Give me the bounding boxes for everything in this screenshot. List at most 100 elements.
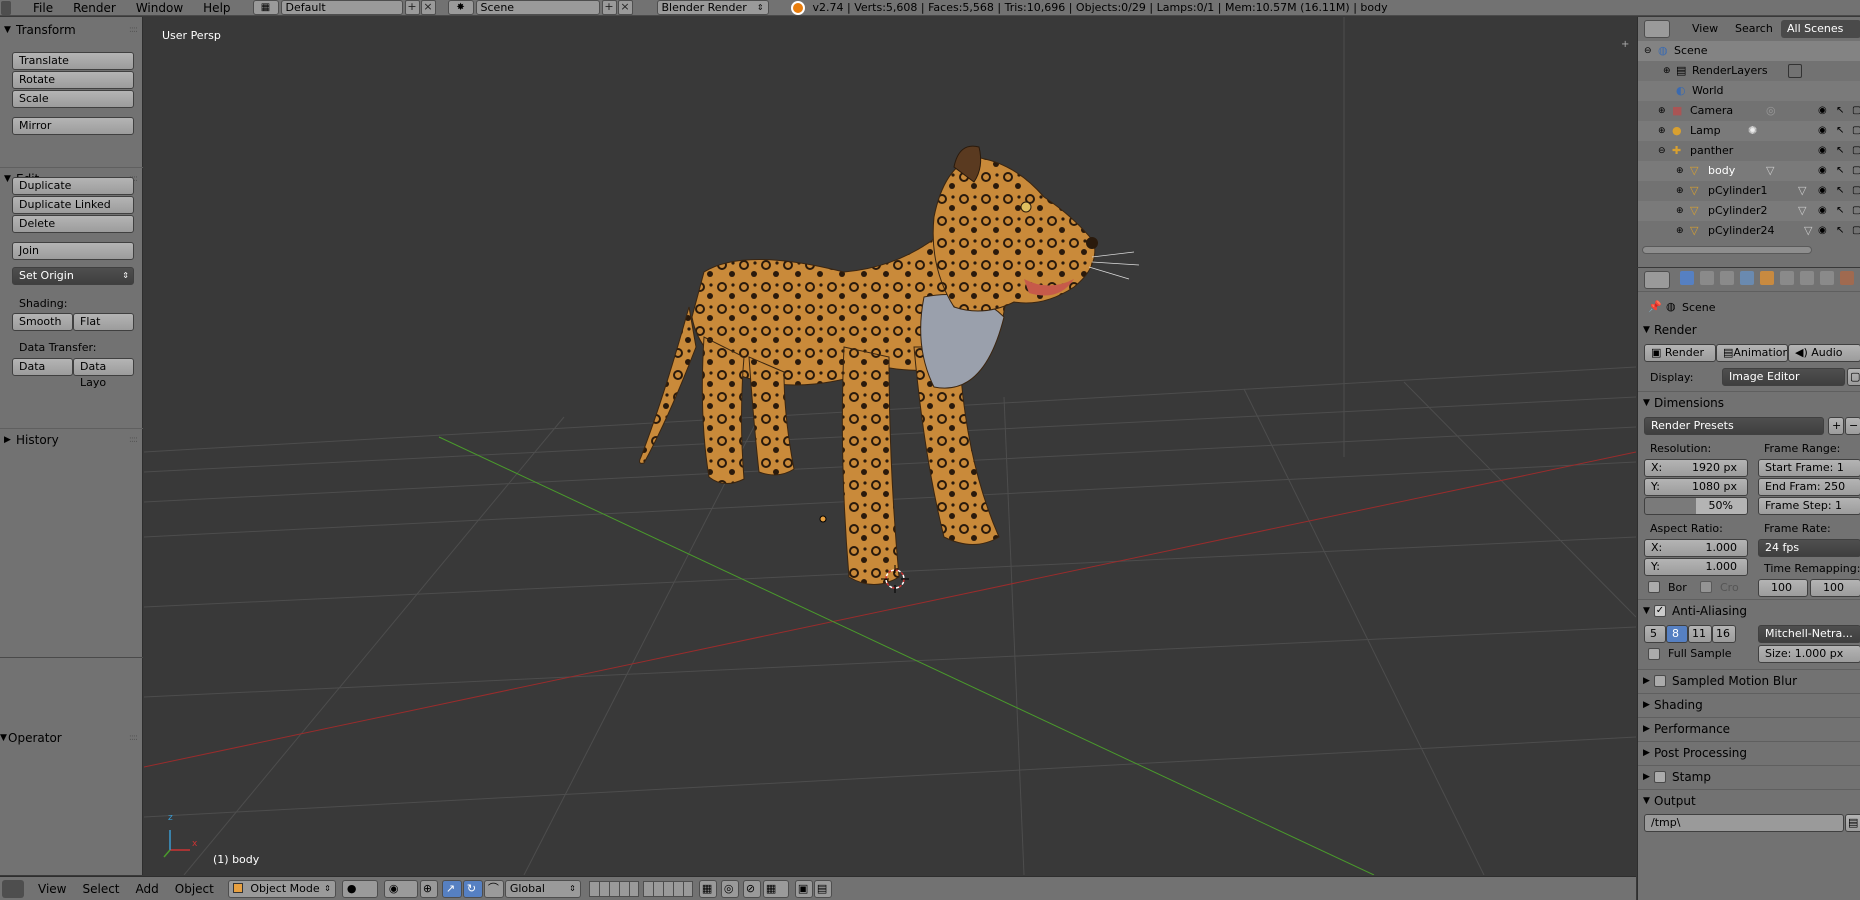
remap-new-field[interactable]: 100 xyxy=(1810,579,1860,597)
render-toggle-icon[interactable]: ▢ xyxy=(1852,181,1860,201)
rotate-button[interactable]: Rotate xyxy=(12,71,134,89)
panel-render-header[interactable]: ▼ Render xyxy=(1638,319,1860,341)
3d-viewport[interactable]: z x User Persp (1) body + xyxy=(144,17,1636,875)
visibility-eye-icon[interactable]: ◉ xyxy=(1818,161,1827,181)
scene-field[interactable]: Scene xyxy=(475,0,600,15)
rotate-manipulator-button[interactable]: ↻ xyxy=(462,879,483,898)
editor-type-icon[interactable] xyxy=(1644,271,1670,289)
animation-button[interactable]: ▤Animation xyxy=(1716,344,1788,362)
outliner-row-pcylinder24[interactable]: ⊕ ▽ pCylinder24 ▽ ◉ ↖ ▢ xyxy=(1638,221,1860,241)
set-origin-select[interactable]: Set Origin ⇕ xyxy=(12,267,134,285)
full-sample-checkbox[interactable] xyxy=(1648,648,1660,660)
aa-filter-select[interactable]: Mitchell-Netra... xyxy=(1758,625,1860,643)
outliner-row-renderlayers[interactable]: ⊕ ▤ RenderLayers xyxy=(1638,61,1860,81)
object-origin[interactable] xyxy=(819,515,827,523)
transform-orientation-select[interactable]: Global ⇕ xyxy=(504,879,581,898)
world-tab-icon[interactable] xyxy=(1740,271,1754,285)
duplicate-button[interactable]: Duplicate xyxy=(12,177,134,195)
visibility-eye-icon[interactable]: ◉ xyxy=(1818,181,1827,201)
data-tab-icon[interactable] xyxy=(1820,271,1834,285)
remove-scene-button[interactable]: × xyxy=(617,0,633,15)
render-toggle-icon[interactable]: ▢ xyxy=(1852,201,1860,221)
data-layout-button[interactable]: Data Layo xyxy=(73,358,134,389)
menu-view[interactable]: View xyxy=(30,882,74,896)
frame-step-field[interactable]: Frame Step: 1 xyxy=(1758,497,1860,515)
border-checkbox[interactable] xyxy=(1648,581,1660,593)
grip-icon[interactable]: :::: xyxy=(129,25,138,35)
duplicate-linked-button[interactable]: Duplicate Linked xyxy=(12,196,134,214)
lock-camera-icon[interactable]: ▦ xyxy=(698,879,717,898)
menu-object[interactable]: Object xyxy=(167,882,222,896)
panel-history-header[interactable]: ▶ History :::: xyxy=(0,428,143,450)
delete-button[interactable]: Delete xyxy=(12,215,134,233)
translate-manipulator-button[interactable]: ↗ xyxy=(441,879,462,898)
menu-select[interactable]: Select xyxy=(74,882,127,896)
antialiasing-checkbox[interactable]: ✓ xyxy=(1654,605,1666,617)
frame-rate-select[interactable]: 24 fps xyxy=(1758,539,1860,557)
outliner-display-select[interactable]: All Scenes xyxy=(1781,20,1860,38)
data-transfer-button[interactable]: Data xyxy=(12,358,73,376)
end-frame-field[interactable]: End Fram: 250 xyxy=(1758,478,1860,496)
folder-browse-icon[interactable]: ▤ xyxy=(1845,814,1860,832)
screen-layout-icon[interactable]: ▦ xyxy=(252,0,279,15)
outliner-row-pcylinder2[interactable]: ⊕ ▽ pCylinder2 ▽ ◉ ↖ ▢ xyxy=(1638,201,1860,221)
render-toggle-icon[interactable]: ▢ xyxy=(1852,121,1860,141)
add-preset-button[interactable]: + xyxy=(1828,417,1844,435)
outliner-row-world[interactable]: ◐ World xyxy=(1638,81,1860,101)
crop-checkbox[interactable] xyxy=(1700,581,1712,593)
outliner-row-body[interactable]: ⊕ ▽ body ▽ ◉ ↖ ▢ xyxy=(1638,161,1860,181)
motion-blur-checkbox[interactable] xyxy=(1654,675,1666,687)
panel-transform-header[interactable]: ▼ Transform :::: xyxy=(0,19,143,41)
outliner-scrollbar[interactable] xyxy=(1642,246,1812,254)
snap-target-select[interactable]: ▦ xyxy=(762,879,789,898)
panel-motion-blur-header[interactable]: ▶ Sampled Motion Blur xyxy=(1638,669,1860,691)
audio-button[interactable]: ◀) Audio xyxy=(1788,344,1860,362)
scene-tab-icon[interactable] xyxy=(1720,271,1734,285)
join-button[interactable]: Join xyxy=(12,242,134,260)
panel-post-processing-header[interactable]: ▶ Post Processing xyxy=(1638,741,1860,763)
pivot-select[interactable]: ◉ xyxy=(383,879,418,898)
render-engine-select[interactable]: Blender Render ⇕ xyxy=(656,0,769,15)
grip-icon[interactable]: :::: xyxy=(129,733,138,743)
aa-samples-8[interactable]: 8 xyxy=(1666,625,1688,643)
flat-button[interactable]: Flat xyxy=(73,313,134,331)
aspect-y-field[interactable]: Y: 1.000 xyxy=(1644,558,1748,576)
menu-add[interactable]: Add xyxy=(128,882,167,896)
render-toggle-icon[interactable]: ▢ xyxy=(1852,161,1860,181)
viewport-shading-select[interactable]: ● xyxy=(341,879,378,898)
remove-layout-button[interactable]: × xyxy=(420,0,436,15)
outliner-tab-search[interactable]: Search xyxy=(1735,22,1773,35)
panel-output-header[interactable]: ▼ Output xyxy=(1638,789,1860,811)
render-tab-icon[interactable] xyxy=(1680,271,1694,285)
pin-icon[interactable]: 📌 xyxy=(1648,300,1662,313)
stamp-checkbox[interactable] xyxy=(1654,771,1666,783)
render-toggle-icon[interactable]: ▢ xyxy=(1852,101,1860,121)
visibility-eye-icon[interactable]: ◉ xyxy=(1818,221,1827,241)
render-still-icon[interactable]: ▣ xyxy=(794,879,813,898)
outliner-row-scene[interactable]: ⊖ ◍ Scene xyxy=(1638,41,1860,61)
aa-samples-16[interactable]: 16 xyxy=(1712,625,1736,643)
resolution-x-field[interactable]: X: 1920 px xyxy=(1644,459,1748,477)
scale-button[interactable]: Scale xyxy=(12,90,134,108)
menu-render[interactable]: Render xyxy=(63,0,126,16)
proportional-edit-icon[interactable]: ◎ xyxy=(720,879,739,898)
editor-type-icon[interactable] xyxy=(2,879,24,898)
mode-select[interactable]: Object Mode ⇕ xyxy=(227,879,336,898)
aa-samples-5[interactable]: 5 xyxy=(1644,625,1666,643)
aspect-x-field[interactable]: X: 1.000 xyxy=(1644,539,1748,557)
outliner-row-camera[interactable]: ⊕ ■ Camera ◎ ◉ ↖ ▢ xyxy=(1638,101,1860,121)
manipulator-toggle[interactable]: ⊕ xyxy=(419,879,438,898)
editor-type-icon[interactable] xyxy=(1,0,11,15)
resolution-percentage-field[interactable]: 50% xyxy=(1644,497,1748,515)
panel-performance-header[interactable]: ▶ Performance xyxy=(1638,717,1860,739)
panther-model[interactable] xyxy=(639,145,1140,585)
scale-manipulator-button[interactable]: ⌒ xyxy=(483,879,504,898)
render-presets-select[interactable]: Render Presets xyxy=(1644,417,1824,435)
outliner-row-pcylinder1[interactable]: ⊕ ▽ pCylinder1 ▽ ◉ ↖ ▢ xyxy=(1638,181,1860,201)
resolution-y-field[interactable]: Y: 1080 px xyxy=(1644,478,1748,496)
expand-region-icon[interactable]: + xyxy=(1621,39,1629,50)
render-animation-icon[interactable]: ▤ xyxy=(813,879,832,898)
panel-operator-header[interactable]: ▼ Operator :::: xyxy=(0,727,143,749)
menu-file[interactable]: File xyxy=(23,0,63,16)
outliner-row-lamp[interactable]: ⊕ ● Lamp ✺ ◉ ↖ ▢ xyxy=(1638,121,1860,141)
